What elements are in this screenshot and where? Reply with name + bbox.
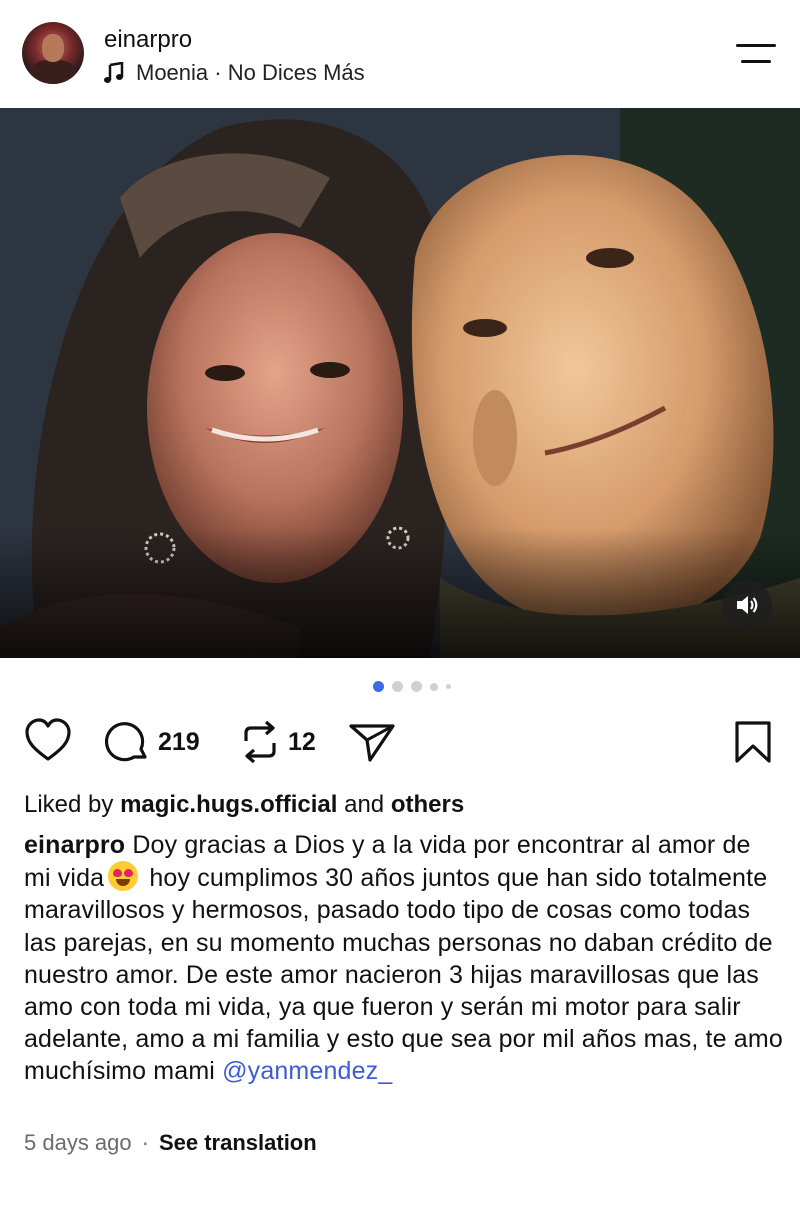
- heart-icon: [25, 718, 71, 761]
- post-caption: einarpro Doy gracias a Dios y a la vida …: [24, 829, 784, 1088]
- caption-text-end: hoy cumplimos 30 años juntos que han sid…: [24, 864, 783, 1086]
- audio-toggle-button[interactable]: [722, 580, 772, 630]
- send-icon: [349, 724, 395, 762]
- bookmark-icon: [735, 721, 771, 763]
- post-timestamp: 5 days ago: [24, 1130, 132, 1155]
- comment-icon: [104, 722, 147, 762]
- caption-username[interactable]: einarpro: [24, 831, 125, 859]
- repost-button[interactable]: 12: [240, 719, 316, 765]
- avatar-face: [42, 34, 64, 62]
- comment-button[interactable]: 219: [104, 719, 200, 765]
- header-username[interactable]: einarpro: [104, 26, 192, 54]
- liked-others[interactable]: others: [391, 791, 464, 818]
- see-translation-link[interactable]: See translation: [159, 1130, 317, 1156]
- post-photo[interactable]: [0, 108, 800, 658]
- repost-count: 12: [288, 727, 316, 756]
- liked-user[interactable]: magic.hugs.official: [120, 791, 337, 818]
- carousel-dot: [446, 684, 451, 689]
- carousel-indicator: [373, 681, 459, 692]
- music-note-icon: [104, 62, 124, 83]
- repost-icon: [244, 720, 276, 764]
- photo-illustration: [0, 108, 800, 658]
- avatar-figure: [30, 60, 76, 84]
- caption-mention[interactable]: @yanmendez_: [222, 1057, 392, 1085]
- speaker-icon: [737, 596, 758, 614]
- carousel-dot-active: [373, 681, 384, 692]
- carousel-dot: [392, 681, 403, 692]
- post-meta: 5 days ago · See translation: [24, 1130, 317, 1156]
- comment-count: 219: [158, 727, 200, 756]
- liked-prefix: Liked by: [24, 791, 114, 818]
- save-button[interactable]: [734, 720, 772, 764]
- music-attribution[interactable]: Moenia · No Dices Más: [104, 60, 365, 86]
- avatar[interactable]: [22, 22, 84, 84]
- like-button[interactable]: [24, 718, 72, 762]
- heart-eyes-emoji-icon: [108, 861, 139, 892]
- action-bar: 219 12: [0, 718, 800, 766]
- menu-icon[interactable]: [736, 44, 776, 68]
- meta-separator: ·: [141, 1130, 149, 1155]
- music-label: Moenia · No Dices Más: [136, 60, 365, 85]
- liked-and: and: [344, 791, 385, 818]
- carousel-dot: [411, 681, 422, 692]
- share-button[interactable]: [348, 722, 396, 764]
- carousel-dot: [430, 682, 438, 691]
- liked-by-line[interactable]: Liked by magic.hugs.official and others: [24, 791, 464, 819]
- post-header: einarpro Moenia · No Dices Más: [0, 0, 800, 108]
